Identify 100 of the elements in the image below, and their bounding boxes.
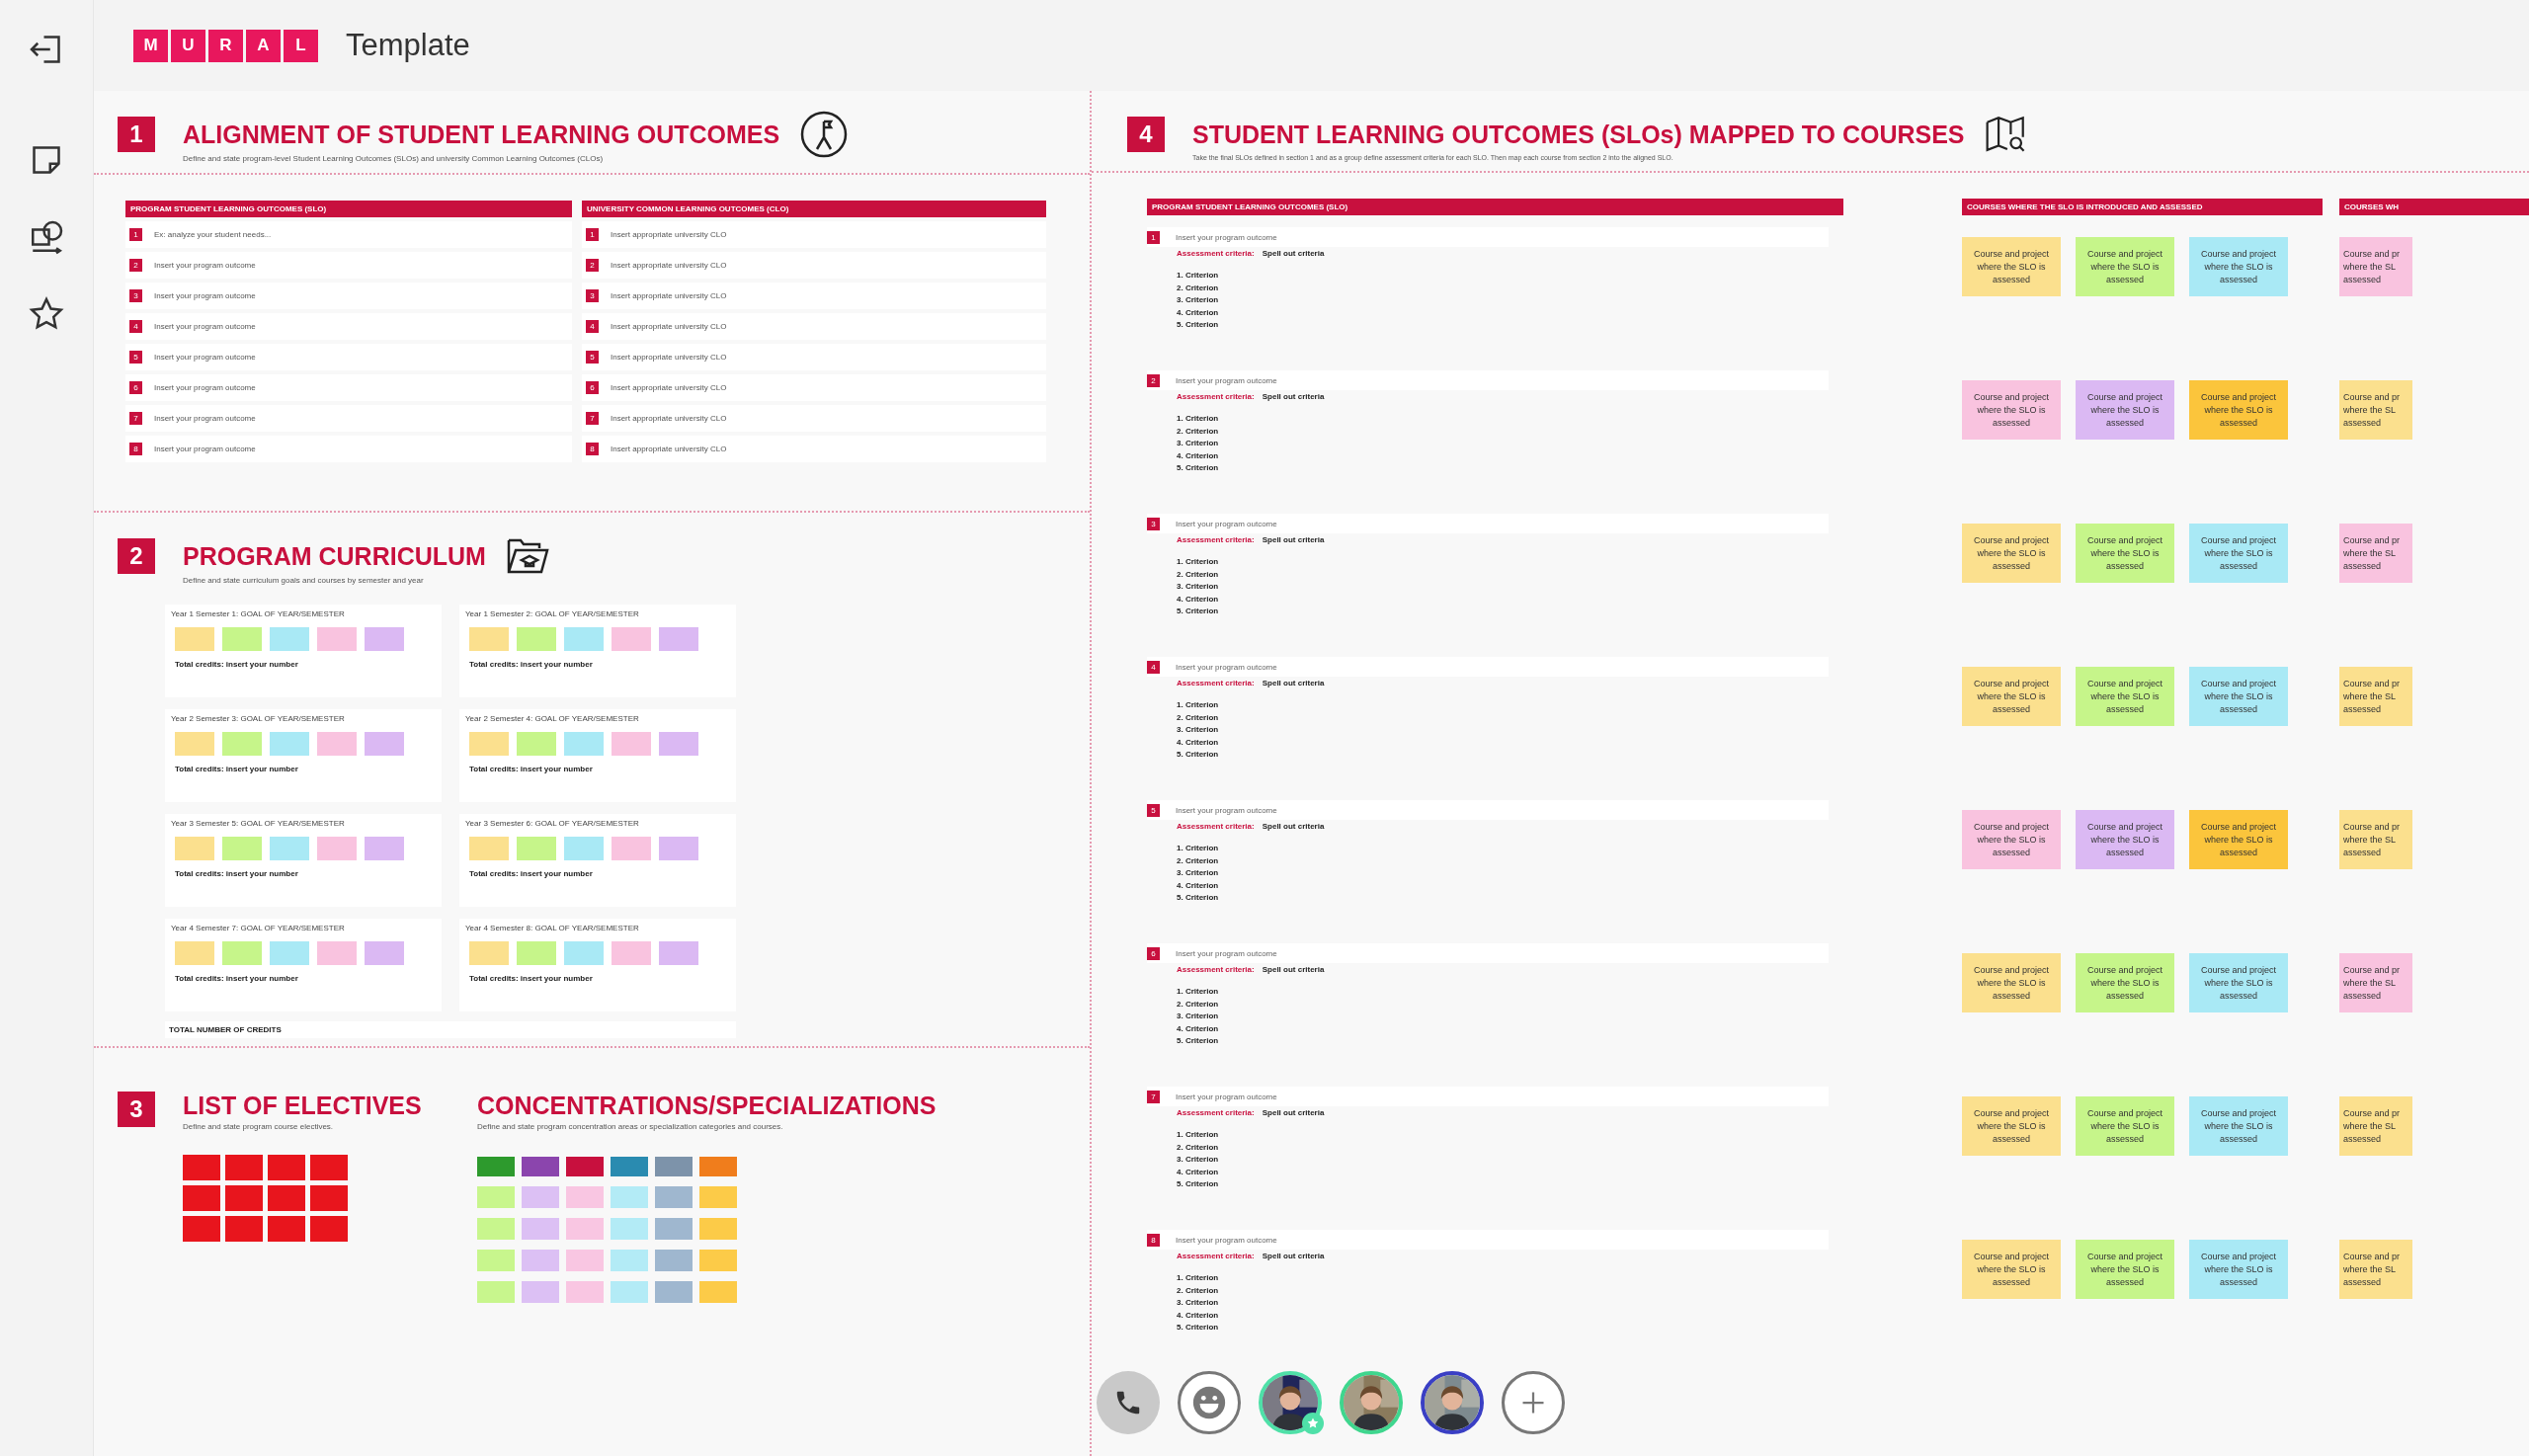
sticky-note[interactable]	[522, 1186, 559, 1208]
sticky-note[interactable]	[699, 1157, 737, 1176]
sticky-note[interactable]	[469, 627, 509, 651]
sticky-note[interactable]: Course and project where the SLO is assessed	[2076, 1240, 2174, 1299]
sticky-note[interactable]	[175, 941, 214, 965]
sticky-note[interactable]	[566, 1281, 604, 1303]
sticky-note[interactable]	[225, 1155, 263, 1180]
sticky-note[interactable]	[183, 1216, 220, 1242]
sticky-note[interactable]	[564, 941, 604, 965]
sticky-note[interactable]	[522, 1281, 559, 1303]
sticky-note[interactable]: Course and project where the SLO is assessed	[1962, 953, 2061, 1012]
sticky-note[interactable]	[522, 1157, 559, 1176]
sticky-note[interactable]: Course and pr where the SL assessed	[2339, 1240, 2412, 1299]
sticky-note[interactable]	[477, 1218, 515, 1240]
avatar-button[interactable]	[1421, 1371, 1484, 1434]
sticky-note[interactable]	[655, 1281, 693, 1303]
sticky-note[interactable]	[317, 732, 357, 756]
sticky-note[interactable]	[310, 1155, 348, 1180]
sticky-note[interactable]	[268, 1216, 305, 1242]
sticky-note[interactable]: Course and project where the SLO is assessed	[2189, 524, 2288, 583]
sticky-note[interactable]: Course and project where the SLO is assessed	[2076, 524, 2174, 583]
sticky-note[interactable]	[477, 1157, 515, 1176]
sticky-note[interactable]	[659, 732, 698, 756]
sticky-note[interactable]	[365, 627, 404, 651]
sticky-note[interactable]: Course and project where the SLO is assessed	[2076, 810, 2174, 869]
sticky-note[interactable]	[566, 1250, 604, 1271]
sticky-note[interactable]	[612, 732, 651, 756]
sticky-note[interactable]: Course and project where the SLO is assessed	[1962, 237, 2061, 296]
sticky-note[interactable]	[317, 837, 357, 860]
sticky-note[interactable]	[611, 1250, 648, 1271]
add-button[interactable]	[1502, 1371, 1565, 1434]
sticky-note[interactable]	[477, 1186, 515, 1208]
sticky-note[interactable]: Course and project where the SLO is assessed	[2189, 810, 2288, 869]
sticky-note[interactable]	[225, 1185, 263, 1211]
emoji-button[interactable]	[1178, 1371, 1241, 1434]
sticky-note[interactable]	[222, 941, 262, 965]
sticky-note[interactable]: Course and project where the SLO is assessed	[2076, 953, 2174, 1012]
sticky-note[interactable]: Course and project where the SLO is assessed	[2189, 380, 2288, 440]
sticky-note[interactable]	[612, 627, 651, 651]
sticky-note[interactable]	[222, 732, 262, 756]
sticky-note[interactable]	[270, 732, 309, 756]
sticky-note[interactable]	[365, 837, 404, 860]
sticky-note[interactable]	[469, 941, 509, 965]
sticky-note[interactable]	[310, 1216, 348, 1242]
sticky-note[interactable]	[564, 627, 604, 651]
sticky-note[interactable]	[564, 837, 604, 860]
sticky-note[interactable]: Course and project where the SLO is assessed	[1962, 1096, 2061, 1156]
sticky-note[interactable]	[477, 1250, 515, 1271]
sticky-note[interactable]	[659, 837, 698, 860]
sticky-note[interactable]	[659, 627, 698, 651]
sticky-note[interactable]	[564, 732, 604, 756]
sticky-note[interactable]	[655, 1157, 693, 1176]
sticky-note[interactable]	[655, 1218, 693, 1240]
sticky-note[interactable]	[611, 1186, 648, 1208]
sticky-note[interactable]	[317, 941, 357, 965]
sticky-note[interactable]	[699, 1281, 737, 1303]
sticky-note[interactable]	[175, 627, 214, 651]
sticky-note[interactable]	[225, 1216, 263, 1242]
sticky-note[interactable]	[517, 837, 556, 860]
sticky-note[interactable]: Course and project where the SLO is assessed	[2189, 667, 2288, 726]
sticky-note[interactable]	[469, 837, 509, 860]
sticky-note[interactable]: Course and project where the SLO is assessed	[1962, 810, 2061, 869]
sticky-note[interactable]	[222, 837, 262, 860]
sticky-note[interactable]	[365, 732, 404, 756]
sticky-note[interactable]: Course and project where the SLO is assessed	[1962, 1240, 2061, 1299]
sticky-note[interactable]	[222, 627, 262, 651]
sticky-note[interactable]	[268, 1185, 305, 1211]
sticky-note[interactable]: Course and pr where the SL assessed	[2339, 237, 2412, 296]
sticky-note[interactable]	[699, 1218, 737, 1240]
sticky-note[interactable]	[655, 1186, 693, 1208]
sticky-note[interactable]: Course and project where the SLO is assessed	[2189, 1096, 2288, 1156]
sticky-note[interactable]	[270, 627, 309, 651]
sticky-note[interactable]	[566, 1218, 604, 1240]
sticky-note[interactable]	[270, 941, 309, 965]
sticky-note[interactable]: Course and pr where the SL assessed	[2339, 953, 2412, 1012]
sticky-note[interactable]	[517, 941, 556, 965]
sticky-note[interactable]	[522, 1218, 559, 1240]
sticky-note[interactable]	[517, 732, 556, 756]
sticky-note[interactable]: Course and project where the SLO is assessed	[1962, 667, 2061, 726]
sticky-note[interactable]	[699, 1250, 737, 1271]
sticky-note[interactable]	[659, 941, 698, 965]
sticky-note[interactable]: Course and project where the SLO is assessed	[2076, 380, 2174, 440]
sticky-note[interactable]	[566, 1157, 604, 1176]
sticky-note[interactable]	[612, 941, 651, 965]
sticky-note[interactable]: Course and project where the SLO is assessed	[2189, 953, 2288, 1012]
sticky-note[interactable]	[612, 837, 651, 860]
sticky-note[interactable]	[365, 941, 404, 965]
sticky-note[interactable]: Course and pr where the SL assessed	[2339, 524, 2412, 583]
sticky-note[interactable]: Course and project where the SLO is assessed	[1962, 524, 2061, 583]
sticky-note[interactable]	[270, 837, 309, 860]
sticky-note[interactable]	[469, 732, 509, 756]
avatar-button[interactable]	[1340, 1371, 1403, 1434]
sticky-note[interactable]	[183, 1155, 220, 1180]
sticky-note[interactable]: Course and project where the SLO is assessed	[2189, 1240, 2288, 1299]
sticky-note[interactable]: Course and pr where the SL assessed	[2339, 667, 2412, 726]
sticky-note[interactable]	[317, 627, 357, 651]
sticky-note[interactable]: Course and pr where the SL assessed	[2339, 1096, 2412, 1156]
sticky-note[interactable]: Course and project where the SLO is assessed	[2076, 1096, 2174, 1156]
sticky-note[interactable]: Course and project where the SLO is assessed	[2076, 667, 2174, 726]
sticky-note[interactable]	[655, 1250, 693, 1271]
